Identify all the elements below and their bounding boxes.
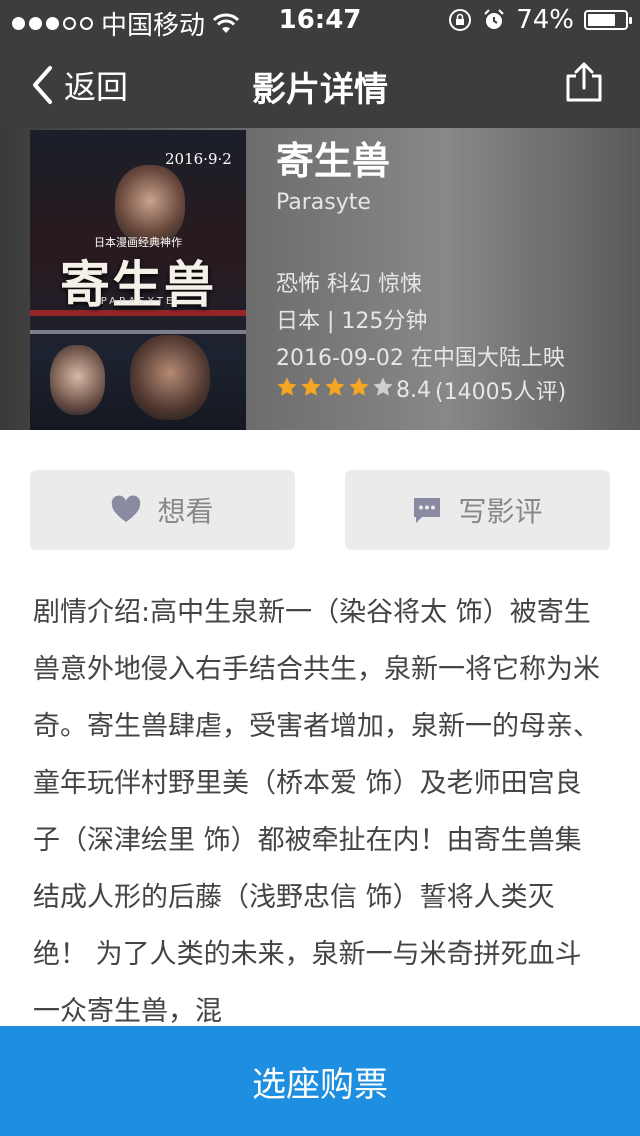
star-filled-icon bbox=[277, 377, 297, 396]
star-filled-icon bbox=[349, 377, 369, 396]
want-to-watch-button[interactable]: 想看 bbox=[30, 470, 295, 550]
comment-icon bbox=[414, 498, 441, 523]
page-title: 影片详情 bbox=[252, 70, 388, 110]
movie-country-duration: 日本 | 125分钟 bbox=[276, 309, 428, 334]
synopsis: 剧情介绍:高中生泉新一（染谷将太 饰）被寄生兽意外地侵入右手结合共生，泉新一将它… bbox=[33, 584, 607, 1026]
action-buttons: 想看 写影评 bbox=[30, 470, 610, 550]
poster-latin-title: PARASYTE bbox=[100, 296, 176, 307]
buy-ticket-button[interactable]: 选座购票 bbox=[0, 1026, 640, 1136]
poster-figure bbox=[130, 335, 210, 420]
movie-english-title: Parasyte bbox=[276, 190, 371, 215]
poster-figure bbox=[115, 165, 185, 245]
rating-stars bbox=[276, 376, 396, 404]
poster-figure bbox=[50, 345, 105, 415]
movie-rating: 8.4 (14005人评) bbox=[276, 374, 566, 406]
status-bar: 中国移动 16:47 74% bbox=[0, 0, 640, 41]
star-filled-icon bbox=[325, 377, 345, 396]
navigation-bar: 返回 影片详情 bbox=[0, 40, 640, 128]
poster-date: 2016·9·2 bbox=[165, 150, 232, 168]
want-label: 想看 bbox=[157, 495, 214, 528]
alarm-icon bbox=[484, 9, 504, 29]
star-empty-icon bbox=[373, 377, 393, 396]
movie-genres: 恐怖 科幻 惊悚 bbox=[276, 272, 422, 297]
share-icon[interactable] bbox=[562, 60, 606, 104]
synopsis-label: 剧情介绍: bbox=[33, 597, 151, 628]
battery-icon bbox=[584, 10, 632, 30]
battery-fill bbox=[588, 14, 615, 26]
status-right: 74% bbox=[448, 5, 632, 35]
movie-header: 2016·9·2 日本漫画经典神作 寄生兽 PARASYTE 寄生兽 Paras… bbox=[0, 128, 640, 430]
rating-score: 8.4 bbox=[396, 377, 431, 403]
review-label: 写影评 bbox=[458, 495, 543, 528]
poster-streak bbox=[30, 330, 246, 334]
write-review-button[interactable]: 写影评 bbox=[345, 470, 610, 550]
heart-icon bbox=[112, 495, 141, 522]
movie-title: 寄生兽 bbox=[276, 139, 391, 183]
rotation-lock-icon bbox=[449, 9, 472, 31]
movie-release-date: 2016-09-02 在中国大陆上映 bbox=[276, 346, 565, 371]
star-filled-icon bbox=[301, 377, 321, 396]
synopsis-text: 高中生泉新一（染谷将太 饰）被寄生兽意外地侵入右手结合共生，泉新一将它称为米奇。… bbox=[33, 597, 600, 1026]
rating-count: (14005人评) bbox=[435, 380, 567, 405]
battery-percent: 74% bbox=[516, 5, 574, 35]
movie-poster[interactable]: 2016·9·2 日本漫画经典神作 寄生兽 PARASYTE bbox=[30, 130, 246, 430]
